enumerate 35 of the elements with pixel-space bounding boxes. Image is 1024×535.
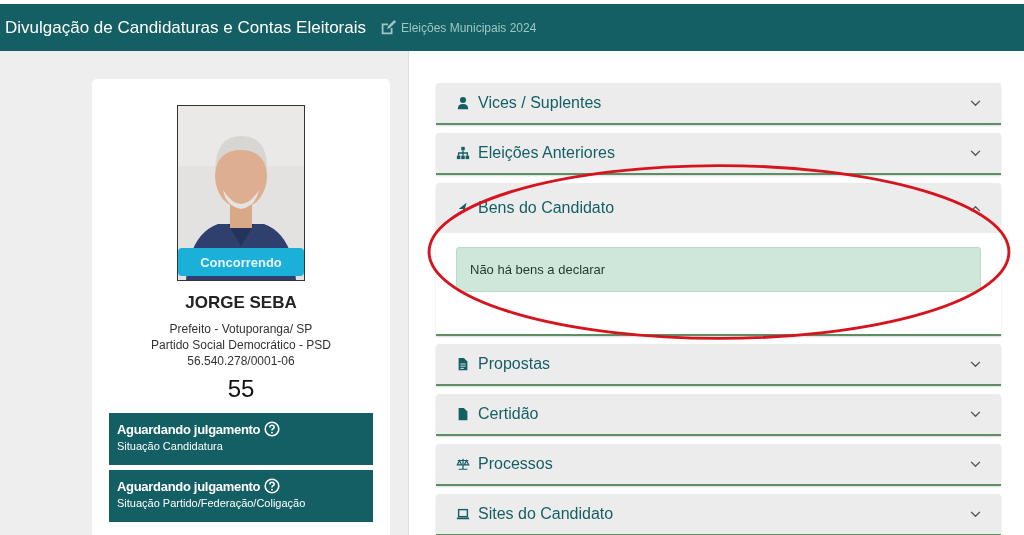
accordion-header[interactable]: Propostas bbox=[436, 344, 1001, 384]
candidate-detail: 56.540.278/0001-06 bbox=[187, 353, 295, 369]
accordion-header[interactable]: Sites do Candidato bbox=[436, 494, 1001, 534]
status-badge: Concorrendo bbox=[178, 248, 304, 276]
accordion-header[interactable]: Processos bbox=[436, 444, 1001, 484]
chevron-down-icon bbox=[970, 149, 981, 157]
sitemap-icon bbox=[456, 146, 470, 160]
situation-status: Aguardando julgamento bbox=[117, 421, 261, 437]
election-label: Eleições Municipais 2024 bbox=[401, 20, 537, 35]
accordion-header[interactable]: Certidão bbox=[436, 394, 1001, 434]
candidate-detail: Partido Social Democrático - PSD bbox=[150, 337, 332, 353]
candidate-detail: Prefeito - Votuporanga/ SP bbox=[169, 321, 313, 337]
help-icon[interactable] bbox=[264, 421, 281, 437]
situation-label: Situação Candidatura bbox=[117, 440, 224, 452]
candidate-number: 55 bbox=[227, 375, 255, 403]
chevron-down-icon bbox=[970, 510, 981, 518]
chevron-down-icon bbox=[970, 460, 981, 468]
chevron-down-icon bbox=[970, 360, 981, 368]
situation-label: Situação Partido/Federação/Coligação bbox=[117, 497, 307, 509]
info-alert: Não há bens a declarar bbox=[456, 247, 981, 292]
accordion-header[interactable]: Eleições Anteriores bbox=[436, 133, 1001, 173]
chevron-down-icon bbox=[970, 99, 981, 107]
help-icon[interactable] bbox=[264, 478, 281, 494]
laptop-icon bbox=[456, 507, 470, 521]
person-icon bbox=[456, 96, 470, 110]
document-icon bbox=[456, 357, 470, 371]
file-icon bbox=[456, 407, 470, 421]
candidate-name: JORGE SEBA bbox=[185, 293, 297, 313]
accordion-header[interactable]: Vices / Suplentes bbox=[436, 83, 1001, 123]
scale-icon bbox=[456, 457, 470, 471]
chevron-up-icon bbox=[970, 204, 981, 212]
chevron-down-icon bbox=[970, 410, 981, 418]
site-title: Divulgação de Candidaturas e Contas Eleitorais bbox=[5, 17, 366, 38]
edit-icon bbox=[379, 18, 397, 37]
situation-status: Aguardando julgamento bbox=[117, 478, 261, 494]
